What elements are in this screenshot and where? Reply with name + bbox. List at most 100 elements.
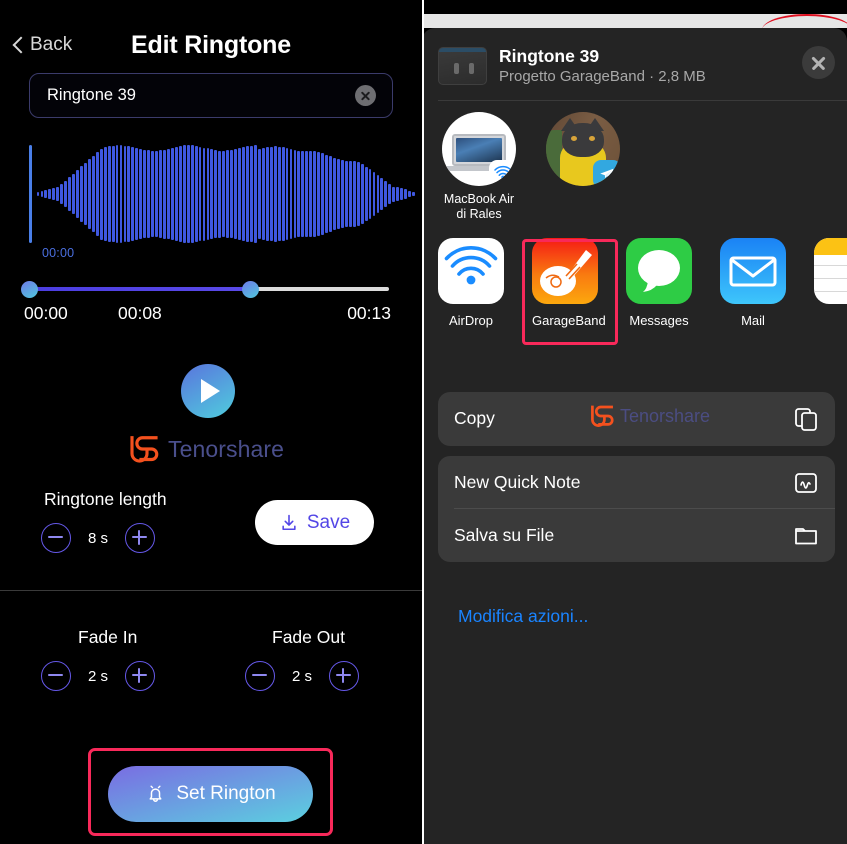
thumbnail-knob-right — [469, 63, 474, 74]
waveform-bar — [226, 150, 230, 238]
contact-name: MacBook Air di Rales — [438, 192, 520, 222]
app-label: Messages — [629, 313, 689, 328]
play-triangle-icon — [201, 379, 220, 403]
waveform-bar — [396, 186, 400, 202]
waveform-bar — [95, 152, 99, 236]
waveform-bar — [253, 145, 257, 243]
waveform-bar — [297, 150, 301, 238]
edit-actions-link[interactable]: Modifica azioni... — [458, 606, 588, 627]
waveform-bar — [380, 177, 384, 211]
waveform-bar — [91, 155, 95, 233]
tenorshare-watermark: Tenorshare — [129, 434, 284, 464]
play-button[interactable] — [181, 364, 235, 418]
download-icon — [282, 514, 296, 530]
macbook-screen — [456, 138, 502, 162]
trim-range-slider[interactable] — [0, 278, 422, 300]
share-sheet: Ringtone 39 Progetto GarageBand · 2,8 MB — [422, 28, 847, 844]
app-mail[interactable]: Mail — [720, 238, 786, 348]
action-label: New Quick Note — [454, 472, 581, 492]
waveform-bar — [273, 146, 277, 242]
navigation-bar: Back Edit Ringtone — [0, 14, 422, 59]
clear-icon[interactable] — [355, 85, 376, 106]
waveform-bar — [198, 146, 202, 242]
action-new-quick-note[interactable]: New Quick Note — [438, 456, 835, 509]
timeline-middle-label: 00:08 — [118, 303, 162, 323]
page-title: Edit Ringtone — [131, 31, 291, 59]
waveform-bar — [246, 146, 249, 242]
app-notes[interactable] — [814, 238, 847, 348]
waveform-bar — [170, 147, 174, 241]
copy-icon — [795, 407, 817, 431]
waveform-bar — [356, 162, 360, 226]
waveform-bar — [329, 156, 332, 232]
notes-line — [814, 291, 847, 293]
plus-circle-icon[interactable] — [125, 523, 155, 553]
minus-circle-icon[interactable] — [41, 661, 71, 691]
fade-in-value: 2 s — [87, 667, 108, 685]
set-ringtone-button[interactable]: Set Rington — [108, 766, 313, 822]
waveform-bar — [135, 148, 139, 240]
waveform-bar — [317, 152, 321, 236]
airdrop-badge-icon — [489, 160, 516, 186]
action-salva-su-file[interactable]: Salva su File — [438, 509, 835, 562]
ringtone-length-value: 8 s — [87, 529, 108, 547]
waveform-playhead[interactable] — [29, 145, 32, 243]
contact-telegram[interactable] — [542, 112, 624, 228]
mail-icon — [720, 238, 786, 304]
waveform-bar — [392, 186, 396, 202]
app-messages[interactable]: Messages — [626, 238, 692, 348]
waveform-bars[interactable] — [36, 145, 416, 243]
ringtone-name-input[interactable]: Ringtone 39 — [30, 86, 355, 105]
waveform-bar — [384, 180, 388, 208]
plus-circle-icon[interactable] — [125, 661, 155, 691]
waveform-bar — [305, 150, 309, 238]
save-button[interactable]: Save — [255, 500, 374, 545]
plus-circle-icon[interactable] — [329, 661, 359, 691]
file-thumbnail-icon — [438, 47, 487, 85]
waveform-bar — [210, 149, 214, 239]
close-icon[interactable] — [802, 46, 835, 79]
thumbnail-knob-left — [454, 63, 459, 74]
tenorshare-watermark-text: Tenorshare — [168, 435, 285, 462]
fade-in-stepper[interactable]: 2 s — [41, 661, 155, 691]
header-separator — [438, 100, 847, 101]
action-group-secondary: New Quick Note Salva su File — [438, 456, 835, 562]
range-knob-end[interactable] — [242, 281, 259, 298]
waveform-bar — [408, 190, 411, 198]
waveform-bar — [376, 174, 380, 214]
waveform-bar — [348, 161, 352, 227]
waveform-bar — [206, 148, 210, 240]
waveform-bar — [151, 150, 155, 238]
range-knob-start[interactable] — [21, 281, 38, 298]
waveform-bar — [155, 150, 158, 238]
waveform-bar — [340, 160, 344, 228]
waveform-bar — [127, 146, 131, 242]
waveform-bar — [115, 145, 119, 243]
app-airdrop[interactable]: AirDrop — [438, 238, 504, 348]
waveform-bar — [83, 162, 87, 226]
contact-macbook[interactable]: MacBook Air di Rales — [438, 112, 520, 228]
waveform-bar — [325, 154, 328, 234]
waveform-bar — [52, 188, 56, 200]
app-garageband[interactable]: GarageBand — [532, 238, 606, 348]
ringtone-name-field[interactable]: Ringtone 39 — [29, 73, 393, 118]
action-label: Salva su File — [454, 525, 555, 545]
fade-in-label: Fade In — [78, 627, 138, 647]
waveform-bar — [107, 146, 111, 242]
airdrop-icon — [438, 238, 504, 304]
notes-header-band — [814, 238, 847, 255]
ringtone-length-stepper[interactable]: 8 s — [41, 523, 155, 553]
share-sheet-header: Ringtone 39 Progetto GarageBand · 2,8 MB — [422, 28, 847, 100]
fade-out-stepper[interactable]: 2 s — [245, 661, 359, 691]
notes-icon — [814, 238, 847, 304]
action-copy[interactable]: Copy — [438, 392, 835, 445]
contact-name-line2: di Rales — [456, 207, 502, 221]
fade-out-label: Fade Out — [272, 627, 345, 647]
cat-eye-right — [589, 136, 595, 141]
waveform-bar — [333, 157, 336, 231]
minus-circle-icon[interactable] — [41, 523, 71, 553]
waveform-bar — [103, 147, 107, 241]
waveform-bar — [293, 149, 297, 239]
ringtone-length-label: Ringtone length — [44, 489, 167, 509]
minus-circle-icon[interactable] — [245, 661, 275, 691]
